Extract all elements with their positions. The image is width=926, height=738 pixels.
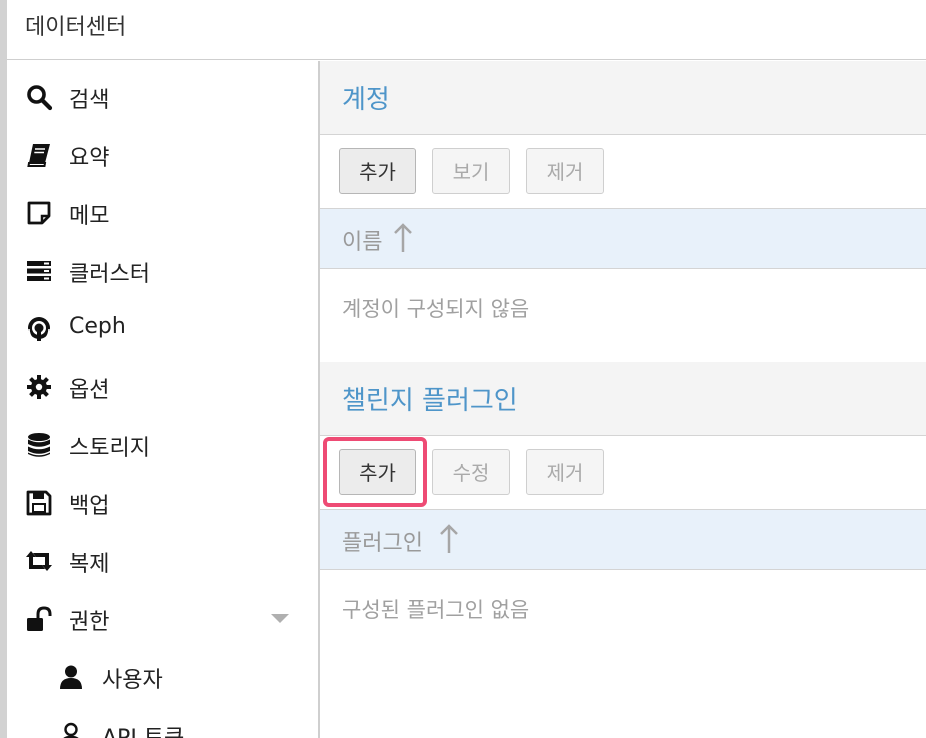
note-icon — [25, 199, 53, 227]
sidebar-item-label: API 토큰 — [102, 720, 184, 738]
ceph-icon — [25, 315, 53, 343]
sidebar-nav: 검색 요약 메모 클러스터 Ceph 옵션 스토리지 백업 복제 권한 사용자 — [7, 61, 320, 738]
floppy-icon — [25, 489, 53, 517]
user-outline-icon — [57, 721, 85, 738]
plugins-empty-text: 구성된 플러그인 없음 — [342, 598, 530, 622]
retweet-icon — [25, 547, 53, 575]
accounts-toolbar: 추가 보기 제거 — [320, 135, 926, 209]
sort-ascending-icon — [440, 524, 458, 553]
accounts-title: 계정 — [342, 85, 390, 115]
sidebar-item-users[interactable]: 사용자 — [7, 651, 318, 701]
server-icon — [25, 257, 53, 285]
search-icon — [25, 83, 53, 111]
sidebar-item-label: 사용자 — [102, 668, 163, 693]
accounts-add-button[interactable]: 추가 — [339, 148, 416, 194]
sidebar-item-label: 복제 — [69, 552, 110, 577]
sidebar-item-label: 옵션 — [69, 378, 110, 403]
accounts-column-header[interactable]: 이름 — [320, 209, 926, 269]
user-icon — [57, 663, 85, 691]
sidebar-item-permissions[interactable]: 권한 — [7, 593, 318, 643]
accounts-panel-header: 계정 — [320, 61, 926, 135]
sidebar-item-backup[interactable]: 백업 — [7, 477, 318, 527]
plugins-panel-header: 챌린지 플러그인 — [320, 362, 926, 436]
sidebar-item-replication[interactable]: 복제 — [7, 535, 318, 585]
sidebar-item-summary[interactable]: 요약 — [7, 129, 318, 179]
accounts-empty-text: 계정이 구성되지 않음 — [342, 297, 530, 321]
window-edge — [0, 0, 7, 738]
gear-icon — [25, 373, 53, 401]
column-header-plugin: 플러그인 — [342, 531, 423, 556]
plugins-title: 챌린지 플러그인 — [342, 386, 518, 416]
accounts-remove-button[interactable]: 제거 — [526, 148, 604, 194]
sidebar-item-label: 요약 — [69, 146, 110, 171]
plugins-add-button[interactable]: 추가 — [339, 449, 416, 495]
plugins-remove-button[interactable]: 제거 — [526, 449, 604, 495]
accounts-view-button[interactable]: 보기 — [432, 148, 510, 194]
sidebar-item-cluster[interactable]: 클러스터 — [7, 245, 318, 295]
sidebar-item-storage[interactable]: 스토리지 — [7, 419, 318, 469]
main-panel: 계정 추가 보기 제거 이름 계정이 구성되지 않음 챌린지 플러그인 추가 수… — [320, 61, 926, 738]
sidebar-item-label: 백업 — [69, 494, 110, 519]
plugins-grid-body: 구성된 플러그인 없음 — [320, 570, 926, 738]
book-icon — [25, 141, 53, 169]
plugins-toolbar: 추가 수정 제거 — [320, 436, 926, 510]
sidebar-item-search[interactable]: 검색 — [7, 71, 318, 121]
chevron-down-icon[interactable] — [271, 614, 289, 623]
sidebar-item-api-tokens[interactable]: API 토큰 — [7, 709, 318, 738]
sidebar-item-label: 권한 — [69, 610, 110, 635]
sidebar-item-options[interactable]: 옵션 — [7, 361, 318, 411]
plugins-edit-button[interactable]: 수정 — [432, 449, 510, 495]
sort-ascending-icon — [394, 223, 412, 252]
sidebar-item-ceph[interactable]: Ceph — [7, 303, 318, 353]
accounts-grid-body: 계정이 구성되지 않음 — [320, 269, 926, 362]
database-icon — [25, 431, 53, 459]
sidebar-item-label: 클러스터 — [69, 262, 150, 287]
header-bar: 데이터센터 — [7, 0, 926, 60]
sidebar-item-label: Ceph — [69, 314, 126, 339]
sidebar-item-notes[interactable]: 메모 — [7, 187, 318, 237]
sidebar-item-label: 스토리지 — [69, 436, 150, 461]
column-header-name: 이름 — [342, 230, 383, 255]
breadcrumb-datacenter: 데이터센터 — [25, 15, 127, 40]
plugins-column-header[interactable]: 플러그인 — [320, 510, 926, 570]
sidebar-item-label: 검색 — [69, 88, 110, 113]
sidebar-item-label: 메모 — [69, 204, 110, 229]
unlock-icon — [25, 605, 53, 633]
